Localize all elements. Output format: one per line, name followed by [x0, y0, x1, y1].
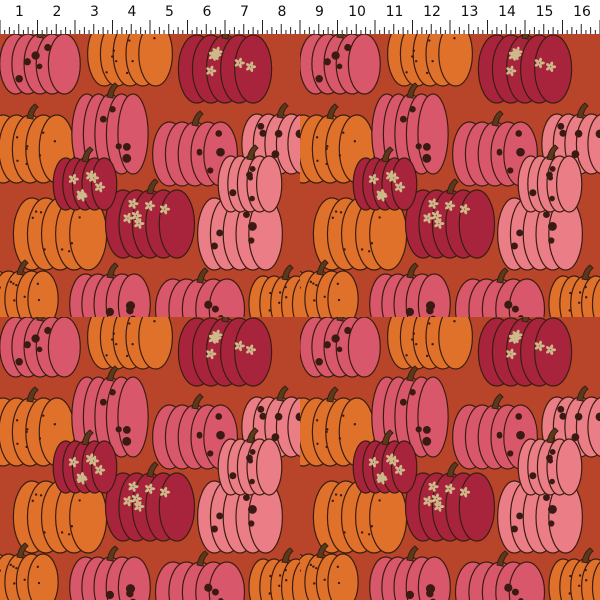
ruler-label: 8: [278, 4, 287, 20]
ruler-label: 11: [386, 4, 404, 20]
ruler-label: 16: [573, 4, 591, 20]
ruler-label: 12: [423, 4, 441, 20]
ruler-label: 1: [15, 4, 24, 20]
ruler-label: 14: [498, 4, 516, 20]
measuring-ruler: 1 2 3 4 5 6 7 8 9 10 11 12 13 14 15 16: [0, 0, 600, 35]
ruler-label: 10: [348, 4, 366, 20]
ruler-ticks: [0, 20, 600, 34]
ruler-label: 15: [536, 4, 554, 20]
ruler-label: 13: [461, 4, 479, 20]
ruler-label: 7: [240, 4, 249, 20]
ruler-label: 4: [128, 4, 137, 20]
ruler-label: 5: [165, 4, 174, 20]
ruler-label: 9: [315, 4, 324, 20]
ruler-label: 6: [203, 4, 212, 20]
ruler-label: 2: [53, 4, 62, 20]
fabric-fill: [0, 34, 600, 600]
ruler-label: 3: [90, 4, 99, 20]
ruler-labels: 1 2 3 4 5 6 7 8 9 10 11 12 13 14 15 16: [15, 4, 591, 20]
pumpkin-pattern: [0, 34, 600, 600]
fabric-swatch-image: 1 2 3 4 5 6 7 8 9 10 11 12 13 14 15 16: [0, 0, 600, 600]
